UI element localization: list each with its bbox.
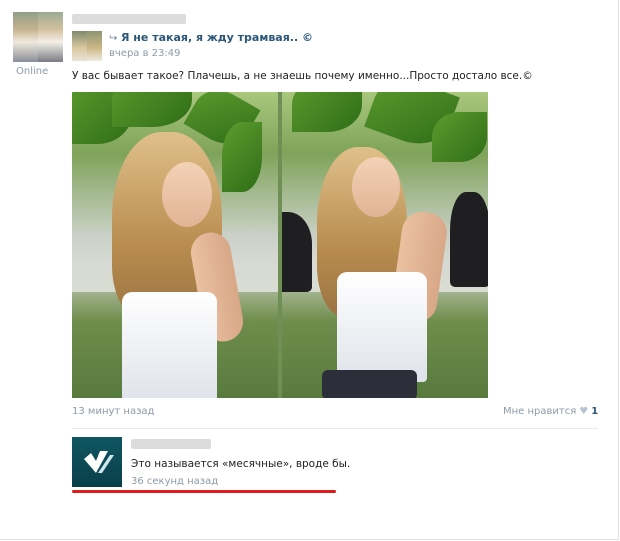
author-name-redacted [72, 14, 186, 24]
leaf [222, 122, 262, 192]
photo-left-panel [72, 92, 278, 398]
commenter-avatar[interactable] [72, 437, 122, 487]
white-top [122, 292, 217, 398]
group-name-link[interactable]: Я не такая, я жду трамвая.. © [121, 31, 313, 44]
dark-object [450, 192, 488, 287]
post-photo[interactable] [72, 92, 488, 398]
avatar-photo-left [13, 12, 38, 62]
group-avatar[interactable] [72, 31, 102, 61]
repost-icon: ↪ [109, 33, 118, 44]
face [162, 162, 212, 227]
like-button[interactable]: Мне нравится ♥ 1 [503, 406, 598, 417]
leaf [432, 112, 487, 162]
commenter-logo-icon [84, 451, 114, 473]
group-avatar-part [72, 31, 87, 61]
comment-text: Это называется «месячные», вроде бы. [131, 458, 351, 470]
online-status: Online [16, 66, 49, 77]
author-avatar[interactable] [13, 12, 63, 62]
avatar-photo-right [38, 12, 63, 62]
photo-right-panel [282, 92, 488, 398]
red-underline [72, 490, 336, 493]
post-timestamp[interactable]: 13 минут назад [72, 406, 154, 417]
post-text: У вас бывает такое? Плачешь, а не знаешь… [72, 70, 533, 82]
face [352, 157, 400, 217]
white-top [337, 272, 427, 382]
jeans [322, 370, 417, 398]
repost-timestamp[interactable]: вчера в 23:49 [109, 48, 181, 59]
group-avatar-part [87, 31, 102, 61]
like-count: 1 [591, 406, 599, 417]
heart-icon: ♥ [579, 406, 589, 417]
commenter-name-redacted [131, 439, 211, 449]
comment-timestamp[interactable]: 36 секунд назад [131, 476, 218, 487]
like-label: Мне нравится [503, 406, 577, 417]
comments-divider [72, 428, 598, 429]
